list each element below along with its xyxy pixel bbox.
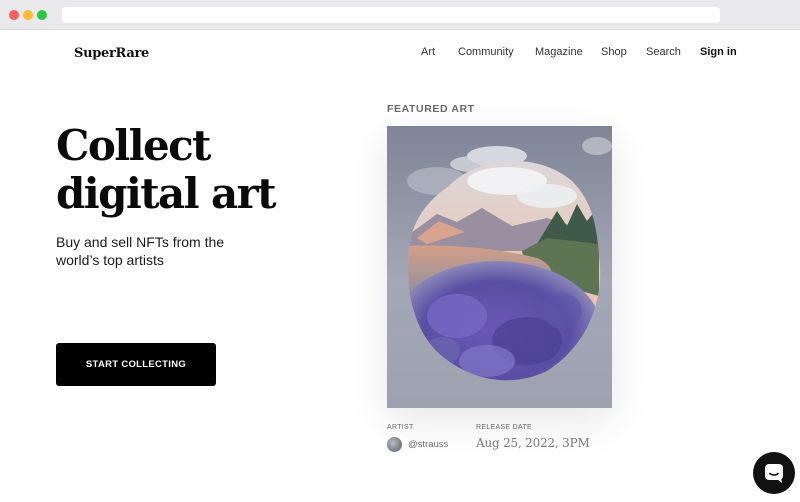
nav-search[interactable]: Search xyxy=(646,46,681,58)
browser-chrome xyxy=(0,0,800,30)
artist-label: ARTIST xyxy=(387,424,414,431)
hero-subtitle: Buy and sell NFTs from the world’s top a… xyxy=(56,234,225,268)
featured-art-label: FEATURED ART xyxy=(387,103,475,115)
release-date: Aug 25, 2022, 3PM xyxy=(476,436,590,450)
nav-community[interactable]: Community xyxy=(458,46,514,58)
hero-title: Collect digital art xyxy=(56,122,346,218)
hero-title-line-1: Collect xyxy=(56,121,211,170)
sign-in-link[interactable]: Sign in xyxy=(700,46,737,58)
page: SuperRare Art Community Magazine Shop Se… xyxy=(0,30,800,502)
artist-avatar[interactable] xyxy=(387,437,402,452)
nav-magazine[interactable]: Magazine xyxy=(535,46,583,58)
close-window-icon[interactable] xyxy=(9,10,19,20)
site-logo[interactable]: SuperRare xyxy=(74,46,149,61)
start-collecting-button[interactable]: START COLLECTING xyxy=(56,343,216,386)
maximize-window-icon[interactable] xyxy=(37,10,47,20)
featured-artwork[interactable] xyxy=(387,126,612,408)
chat-button[interactable] xyxy=(753,452,795,494)
minimize-window-icon[interactable] xyxy=(23,10,33,20)
nav-shop[interactable]: Shop xyxy=(601,46,627,58)
release-date-label: RELEASE DATE xyxy=(476,424,532,431)
artist-name[interactable]: @strauss xyxy=(408,439,448,450)
nav-art[interactable]: Art xyxy=(421,46,435,58)
chat-bubble-icon xyxy=(765,464,783,483)
address-bar[interactable] xyxy=(62,7,720,23)
artwork-image xyxy=(387,126,612,408)
hero-title-line-2: digital art xyxy=(56,169,277,218)
